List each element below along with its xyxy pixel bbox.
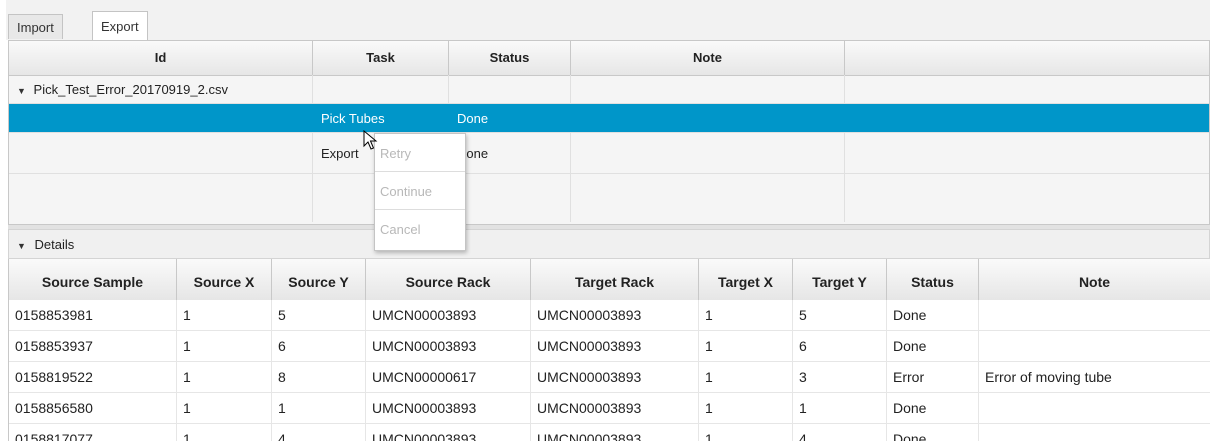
source-x-cell: 1 — [177, 362, 272, 392]
column-note[interactable]: Note — [979, 259, 1210, 300]
source-sample-cell: 0158817077 — [9, 424, 177, 441]
task-row-export[interactable]: Export Done — [9, 133, 1209, 174]
table-row[interactable]: 0158819522 1 8 UMCN00000617 UMCN00003893 1 3 Er… — [9, 362, 1210, 393]
details-section-header[interactable]: ▼ Details — [8, 229, 1210, 259]
status-cell: Done — [887, 331, 979, 361]
source-y-cell: 4 — [272, 424, 366, 441]
target-rack-cell: UMCN00003893 — [531, 331, 699, 361]
source-rack-cell: UMCN00000617 — [366, 362, 531, 392]
column-source-y[interactable]: Source Y — [272, 259, 366, 300]
column-status[interactable]: Status — [887, 259, 979, 300]
note-cell — [979, 424, 1210, 441]
column-target-y[interactable]: Target Y — [793, 259, 887, 300]
target-x-cell: 1 — [699, 362, 793, 392]
triangle-down-icon[interactable]: ▼ — [17, 241, 26, 251]
tab-export[interactable]: Export — [92, 11, 148, 40]
column-target-rack[interactable]: Target Rack — [531, 259, 699, 300]
column-note[interactable]: Note — [571, 41, 845, 75]
status-cell: Done — [449, 104, 571, 132]
source-x-cell: 1 — [177, 331, 272, 361]
source-rack-cell: UMCN00003893 — [366, 300, 531, 330]
task-row-pick-tubes[interactable]: Pick Tubes Done — [9, 104, 1209, 133]
table-row[interactable]: 0158817077 1 4 UMCN00003893 UMCN00003893 1 4 Do… — [9, 424, 1210, 441]
source-sample-cell: 0158856580 — [9, 393, 177, 423]
context-menu: Retry Continue Cancel — [374, 133, 466, 251]
column-source-x[interactable]: Source X — [177, 259, 272, 300]
status-cell: Done — [449, 133, 571, 173]
details-label: Details — [34, 237, 75, 252]
source-y-cell: 6 — [272, 331, 366, 361]
target-y-cell: 3 — [793, 362, 887, 392]
tab-bar: Import Export — [6, 0, 1210, 40]
note-cell — [979, 300, 1210, 330]
task-table-header: Id Task Status Note — [9, 41, 1209, 76]
source-rack-cell: UMCN00003893 — [366, 424, 531, 441]
note-cell: Error of moving tube — [979, 362, 1210, 392]
column-target-x[interactable]: Target X — [699, 259, 793, 300]
target-rack-cell: UMCN00003893 — [531, 300, 699, 330]
task-tree-table: Id Task Status Note ▼ Pick_Test_Error_20… — [8, 40, 1210, 225]
note-cell — [979, 393, 1210, 423]
target-x-cell: 1 — [699, 393, 793, 423]
triangle-down-icon[interactable]: ▼ — [17, 86, 26, 96]
source-rack-cell: UMCN00003893 — [366, 331, 531, 361]
status-cell: Done — [887, 300, 979, 330]
target-y-cell: 4 — [793, 424, 887, 441]
target-x-cell: 1 — [699, 331, 793, 361]
table-row[interactable]: 0158856580 1 1 UMCN00003893 UMCN00003893 1 1 Do… — [9, 393, 1210, 424]
source-x-cell: 1 — [177, 424, 272, 441]
group-label: Pick_Test_Error_20170919_2.csv — [33, 82, 228, 97]
column-status[interactable]: Status — [449, 41, 571, 75]
details-table-header: Source Sample Source X Source Y Source R… — [9, 259, 1210, 301]
source-rack-cell: UMCN00003893 — [366, 393, 531, 423]
target-x-cell: 1 — [699, 424, 793, 441]
status-cell: Error — [887, 362, 979, 392]
source-y-cell: 8 — [272, 362, 366, 392]
note-cell — [979, 331, 1210, 361]
table-row[interactable]: 0158853981 1 5 UMCN00003893 UMCN00003893 1 5 Do… — [9, 300, 1210, 331]
target-rack-cell: UMCN00003893 — [531, 362, 699, 392]
source-sample-cell: 0158853981 — [9, 300, 177, 330]
source-y-cell: 5 — [272, 300, 366, 330]
column-source-sample[interactable]: Source Sample — [9, 259, 177, 300]
group-cell: ▼ Pick_Test_Error_20170919_2.csv — [9, 75, 313, 103]
source-x-cell: 1 — [177, 393, 272, 423]
empty-row — [9, 174, 1209, 222]
export-window: Import Export Id Task Status Note ▼ Pick… — [6, 0, 1210, 441]
target-y-cell: 5 — [793, 300, 887, 330]
mouse-pointer-icon — [363, 130, 378, 150]
column-source-rack[interactable]: Source Rack — [366, 259, 531, 300]
source-sample-cell: 0158819522 — [9, 362, 177, 392]
tab-import[interactable]: Import — [8, 14, 63, 39]
status-cell: Done — [887, 424, 979, 441]
status-cell: Done — [887, 393, 979, 423]
continue-menu-item[interactable]: Continue — [375, 174, 465, 210]
target-rack-cell: UMCN00003893 — [531, 393, 699, 423]
target-y-cell: 1 — [793, 393, 887, 423]
target-x-cell: 1 — [699, 300, 793, 330]
column-id[interactable]: Id — [9, 41, 313, 75]
source-x-cell: 1 — [177, 300, 272, 330]
source-sample-cell: 0158853937 — [9, 331, 177, 361]
table-row[interactable]: 0158853937 1 6 UMCN00003893 UMCN00003893 1 6 Do… — [9, 331, 1210, 362]
target-y-cell: 6 — [793, 331, 887, 361]
task-cell: Pick Tubes — [313, 104, 449, 132]
target-rack-cell: UMCN00003893 — [531, 424, 699, 441]
column-task[interactable]: Task — [313, 41, 449, 75]
tree-group-row[interactable]: ▼ Pick_Test_Error_20170919_2.csv — [9, 75, 1209, 104]
source-y-cell: 1 — [272, 393, 366, 423]
details-table: Source Sample Source X Source Y Source R… — [8, 259, 1210, 441]
cancel-menu-item[interactable]: Cancel — [375, 212, 465, 248]
retry-menu-item[interactable]: Retry — [375, 136, 465, 172]
